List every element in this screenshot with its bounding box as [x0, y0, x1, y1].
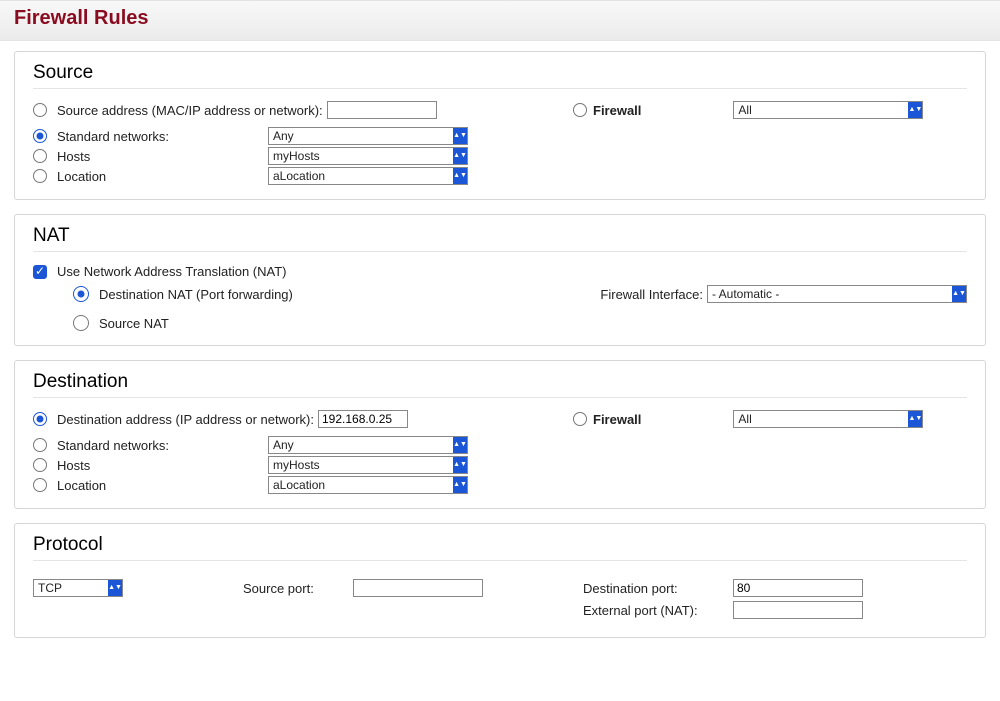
source-location-select[interactable]: aLocation ▲▼	[268, 167, 468, 185]
source-address-radio[interactable]	[33, 103, 47, 117]
nat-iface-select[interactable]: - Automatic - ▲▼	[707, 285, 967, 303]
dest-port-label: Destination port:	[583, 581, 733, 596]
chevron-updown-icon: ▲▼	[108, 580, 122, 596]
ext-port-label: External port (NAT):	[583, 603, 733, 618]
source-hosts-radio[interactable]	[33, 149, 47, 163]
source-panel: Source Source address (MAC/IP address or…	[14, 51, 986, 200]
dest-address-input[interactable]	[318, 410, 408, 428]
source-location-radio[interactable]	[33, 169, 47, 183]
chevron-updown-icon: ▲▼	[453, 148, 467, 164]
chevron-updown-icon: ▲▼	[453, 168, 467, 184]
destination-heading: Destination	[33, 371, 967, 398]
chevron-updown-icon: ▲▼	[952, 286, 966, 302]
source-firewall-label: Firewall	[593, 103, 641, 118]
dest-hosts-select[interactable]: myHosts ▲▼	[268, 456, 468, 474]
dest-port-input[interactable]	[733, 579, 863, 597]
nat-heading: NAT	[33, 225, 967, 252]
dest-location-label: Location	[57, 478, 106, 493]
dest-address-radio[interactable]	[33, 412, 47, 426]
source-heading: Source	[33, 62, 967, 89]
dest-firewall-select[interactable]: All ▲▼	[733, 410, 923, 428]
chevron-updown-icon: ▲▼	[453, 437, 467, 453]
destination-panel: Destination Destination address (IP addr…	[14, 360, 986, 509]
protocol-heading: Protocol	[33, 534, 967, 561]
nat-dest-label: Destination NAT (Port forwarding)	[99, 287, 293, 302]
page-title: Firewall Rules	[14, 7, 986, 30]
protocol-panel: Protocol TCP ▲▼ Source port: Destination…	[14, 523, 986, 638]
source-std-radio[interactable]	[33, 129, 47, 143]
nat-enable-checkbox[interactable]	[33, 265, 47, 279]
source-std-label: Standard networks:	[57, 129, 169, 144]
nat-panel: NAT Use Network Address Translation (NAT…	[14, 214, 986, 346]
chevron-updown-icon: ▲▼	[453, 128, 467, 144]
protocol-select[interactable]: TCP ▲▼	[33, 579, 123, 597]
dest-hosts-radio[interactable]	[33, 458, 47, 472]
chevron-updown-icon: ▲▼	[908, 102, 922, 118]
dest-std-select[interactable]: Any ▲▼	[268, 436, 468, 454]
chevron-updown-icon: ▲▼	[453, 477, 467, 493]
dest-std-label: Standard networks:	[57, 438, 169, 453]
dest-firewall-radio[interactable]	[573, 412, 587, 426]
source-location-label: Location	[57, 169, 106, 184]
source-firewall-select[interactable]: All ▲▼	[733, 101, 923, 119]
source-std-select[interactable]: Any ▲▼	[268, 127, 468, 145]
nat-dest-radio[interactable]	[73, 286, 89, 302]
source-hosts-label: Hosts	[57, 149, 90, 164]
nat-iface-label: Firewall Interface:	[600, 287, 703, 302]
dest-location-radio[interactable]	[33, 478, 47, 492]
source-port-input[interactable]	[353, 579, 483, 597]
source-port-label: Source port:	[243, 581, 353, 596]
source-hosts-select[interactable]: myHosts ▲▼	[268, 147, 468, 165]
chevron-updown-icon: ▲▼	[908, 411, 922, 427]
source-address-label: Source address (MAC/IP address or networ…	[57, 103, 323, 118]
dest-firewall-label: Firewall	[593, 412, 641, 427]
dest-hosts-label: Hosts	[57, 458, 90, 473]
source-firewall-radio[interactable]	[573, 103, 587, 117]
dest-std-radio[interactable]	[33, 438, 47, 452]
nat-src-radio[interactable]	[73, 315, 89, 331]
dest-location-select[interactable]: aLocation ▲▼	[268, 476, 468, 494]
source-address-input[interactable]	[327, 101, 437, 119]
nat-enable-label: Use Network Address Translation (NAT)	[57, 264, 287, 279]
ext-port-input[interactable]	[733, 601, 863, 619]
dest-address-label: Destination address (IP address or netwo…	[57, 412, 314, 427]
chevron-updown-icon: ▲▼	[453, 457, 467, 473]
nat-src-label: Source NAT	[99, 316, 169, 331]
